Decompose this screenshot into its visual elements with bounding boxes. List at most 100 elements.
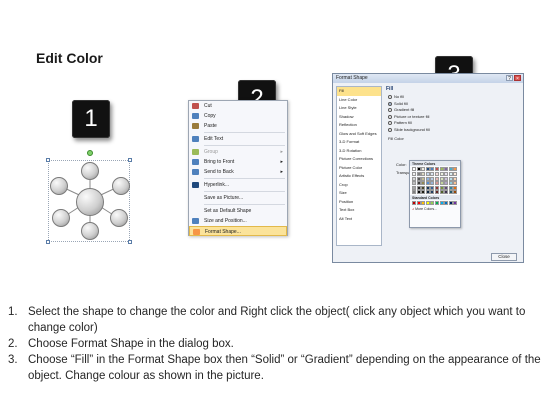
color-swatch[interactable]: [425, 181, 430, 186]
color-swatch[interactable]: [421, 201, 426, 206]
resize-handle[interactable]: [128, 240, 132, 244]
sidebar-item[interactable]: Line Style: [337, 104, 381, 113]
menu-item[interactable]: Set as Default Shape: [189, 206, 287, 216]
shape-circle-bottom-left[interactable]: [52, 209, 70, 227]
color-swatch[interactable]: [448, 181, 453, 186]
menu-item[interactable]: Send to Back ▸: [189, 167, 287, 177]
color-swatch[interactable]: [448, 172, 453, 176]
color-swatch[interactable]: [425, 176, 430, 181]
shape-circle-bottom[interactable]: [81, 222, 99, 240]
menu-item[interactable]: Cut: [189, 101, 287, 111]
color-swatch[interactable]: [421, 167, 426, 171]
sidebar-item[interactable]: Glow and Soft Edges: [337, 130, 381, 139]
sidebar-item[interactable]: Fill: [337, 87, 381, 96]
color-swatch[interactable]: [448, 167, 453, 171]
sidebar-item[interactable]: Line Color: [337, 96, 381, 105]
help-button[interactable]: ?: [506, 75, 513, 82]
color-swatch[interactable]: [425, 190, 430, 195]
color-swatch[interactable]: [453, 167, 458, 171]
color-swatch[interactable]: [453, 190, 458, 195]
color-swatch[interactable]: [430, 201, 435, 206]
color-swatch[interactable]: [444, 201, 449, 206]
color-swatch[interactable]: [439, 176, 444, 181]
menu-item[interactable]: Copy: [189, 111, 287, 121]
menu-item[interactable]: Paste: [189, 121, 287, 131]
color-swatch[interactable]: [421, 190, 426, 195]
shape-circle-center[interactable]: [76, 188, 104, 216]
radio-button[interactable]: [388, 95, 392, 100]
color-swatch[interactable]: [439, 201, 444, 206]
color-swatch[interactable]: [416, 172, 421, 176]
menu-item[interactable]: Hyperlink...: [189, 180, 287, 190]
color-swatch[interactable]: [439, 181, 444, 186]
shape-circle-left[interactable]: [50, 177, 68, 195]
color-swatch[interactable]: [430, 176, 435, 181]
sidebar-item[interactable]: Picture Color: [337, 164, 381, 173]
color-swatch[interactable]: [430, 167, 435, 171]
color-swatch[interactable]: [416, 201, 421, 206]
color-swatch[interactable]: [430, 172, 435, 176]
color-swatch[interactable]: [434, 176, 439, 181]
color-swatch[interactable]: [425, 185, 430, 190]
color-swatch[interactable]: [444, 190, 449, 195]
menu-item[interactable]: Size and Position...: [189, 216, 287, 226]
sidebar-item[interactable]: Text Box: [337, 206, 381, 215]
color-swatch[interactable]: [434, 167, 439, 171]
color-swatch[interactable]: [421, 181, 426, 186]
color-swatch[interactable]: [412, 190, 416, 195]
color-swatch[interactable]: [416, 185, 421, 190]
resize-handle[interactable]: [128, 158, 132, 162]
color-swatch[interactable]: [439, 167, 444, 171]
color-swatch[interactable]: [425, 201, 430, 206]
close-button[interactable]: Close: [491, 253, 517, 261]
menu-item[interactable]: Format Shape...: [189, 226, 287, 236]
color-swatch[interactable]: [412, 185, 416, 190]
sidebar-item[interactable]: Artistic Effects: [337, 172, 381, 181]
selected-shape-diagram[interactable]: [44, 150, 136, 246]
color-swatch[interactable]: [434, 185, 439, 190]
color-swatch[interactable]: [416, 190, 421, 195]
color-swatch[interactable]: [412, 176, 416, 181]
sidebar-item[interactable]: Alt Text: [337, 215, 381, 224]
sidebar-item[interactable]: Position: [337, 198, 381, 207]
radio-button[interactable]: [388, 127, 392, 132]
color-swatch[interactable]: [412, 201, 416, 206]
color-swatch[interactable]: [425, 167, 430, 171]
menu-item[interactable]: Bring to Front ▸: [189, 157, 287, 167]
sidebar-item[interactable]: 3-D Rotation: [337, 147, 381, 156]
color-swatch[interactable]: [416, 181, 421, 186]
color-swatch[interactable]: [425, 172, 430, 176]
dialog-titlebar[interactable]: Format Shape ? ×: [333, 74, 523, 83]
menu-item[interactable]: Edit Text: [189, 134, 287, 144]
color-swatch[interactable]: [453, 176, 458, 181]
color-swatch[interactable]: [416, 167, 421, 171]
color-swatch[interactable]: [444, 172, 449, 176]
sidebar-item[interactable]: Picture Corrections: [337, 155, 381, 164]
color-swatch[interactable]: [434, 181, 439, 186]
color-swatch[interactable]: [453, 181, 458, 186]
resize-handle[interactable]: [46, 158, 50, 162]
color-swatch[interactable]: [430, 190, 435, 195]
color-swatch[interactable]: [448, 190, 453, 195]
color-swatch[interactable]: [434, 201, 439, 206]
sidebar-item[interactable]: 3-D Format: [337, 138, 381, 147]
color-swatch[interactable]: [430, 181, 435, 186]
shape-circle-right[interactable]: [112, 177, 130, 195]
radio-button[interactable]: [388, 121, 392, 126]
color-swatch[interactable]: [421, 172, 426, 176]
color-swatch[interactable]: [453, 172, 458, 176]
menu-item[interactable]: Save as Picture...: [189, 193, 287, 203]
color-swatch[interactable]: [453, 185, 458, 190]
radio-button[interactable]: [388, 114, 392, 119]
color-swatch[interactable]: [416, 176, 421, 181]
sidebar-item[interactable]: Crop: [337, 181, 381, 190]
color-swatch[interactable]: [444, 181, 449, 186]
radio-button[interactable]: [388, 108, 392, 113]
color-swatch[interactable]: [439, 185, 444, 190]
color-swatch[interactable]: [444, 185, 449, 190]
color-swatch[interactable]: [444, 176, 449, 181]
close-icon[interactable]: ×: [514, 75, 521, 82]
sidebar-item[interactable]: Shadow: [337, 113, 381, 122]
color-swatch[interactable]: [412, 167, 416, 171]
menu-item[interactable]: Group ▸: [189, 147, 287, 157]
